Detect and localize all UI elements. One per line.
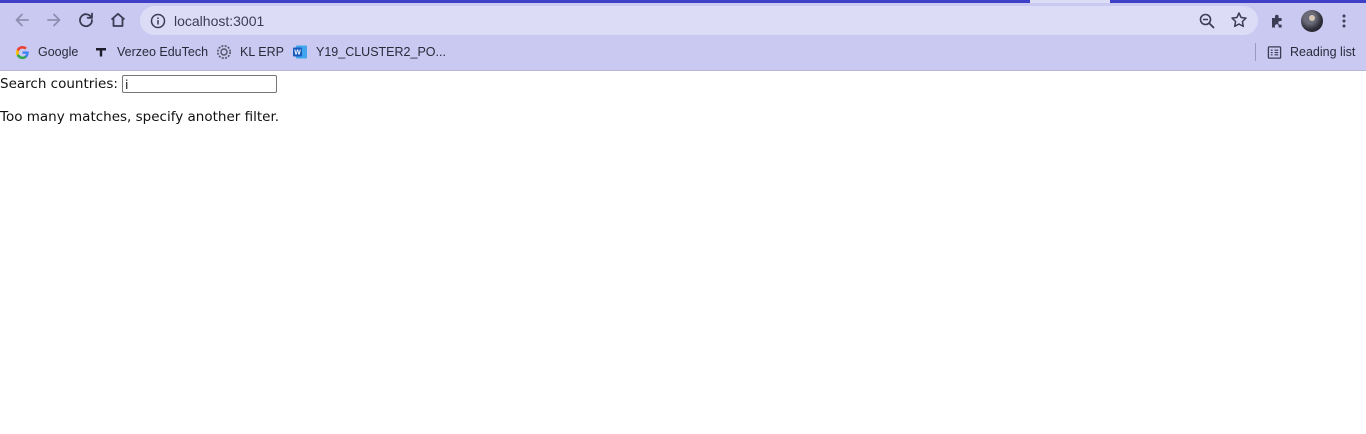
search-row: Search countries: xyxy=(0,73,277,95)
reading-list-icon xyxy=(1266,44,1282,60)
back-button[interactable] xyxy=(9,7,35,33)
address-bar[interactable]: localhost:3001 xyxy=(140,6,1258,35)
reading-list-button[interactable]: Reading list xyxy=(1266,43,1355,61)
bookmark-label: Y19_CLUSTER2_PO... xyxy=(316,45,446,59)
browser-chrome: localhost:3001 Google Verzeo EduTech KL … xyxy=(0,0,1366,71)
word-doc-icon: W xyxy=(292,44,308,60)
kl-erp-icon xyxy=(216,44,232,60)
forward-button[interactable] xyxy=(41,7,67,33)
bookmark-kl-erp[interactable]: KL ERP xyxy=(216,43,284,61)
more-menu-icon[interactable] xyxy=(1336,13,1352,29)
bookmarks-divider xyxy=(1255,43,1256,61)
google-icon xyxy=(14,44,30,60)
search-label: Search countries: xyxy=(0,76,118,92)
verzeo-icon xyxy=(93,44,109,60)
site-info-icon[interactable] xyxy=(150,13,166,29)
reload-icon xyxy=(79,12,93,28)
page-content: Search countries: Too many matches, spec… xyxy=(0,71,1366,434)
home-button[interactable] xyxy=(105,7,131,33)
bookmark-google[interactable]: Google xyxy=(14,43,78,61)
search-input[interactable] xyxy=(121,75,277,93)
home-icon xyxy=(110,12,126,27)
url-text[interactable]: localhost:3001 xyxy=(174,13,264,29)
profile-avatar[interactable] xyxy=(1301,10,1323,32)
toolbar: localhost:3001 xyxy=(0,3,1366,37)
bookmark-label: Google xyxy=(38,45,79,59)
back-arrow-icon xyxy=(15,13,29,27)
bookmark-word-doc[interactable]: W Y19_CLUSTER2_PO... xyxy=(292,43,446,61)
bookmark-label: Verzeo EduTech xyxy=(117,45,209,59)
bookmark-star-icon[interactable] xyxy=(1230,11,1248,29)
bookmark-verzeo[interactable]: Verzeo EduTech xyxy=(93,43,208,61)
bookmarks-bar: Google Verzeo EduTech KL ERP W Y19_CLUST… xyxy=(0,40,1366,64)
zoom-icon[interactable] xyxy=(1198,12,1216,30)
reading-list-label: Reading list xyxy=(1290,45,1356,59)
extensions-icon[interactable] xyxy=(1269,12,1287,30)
forward-arrow-icon xyxy=(47,13,61,27)
filter-message: Too many matches, specify another filter… xyxy=(0,109,280,125)
bookmark-label: KL ERP xyxy=(240,45,285,59)
svg-text:W: W xyxy=(294,50,301,57)
reload-button[interactable] xyxy=(73,7,99,33)
